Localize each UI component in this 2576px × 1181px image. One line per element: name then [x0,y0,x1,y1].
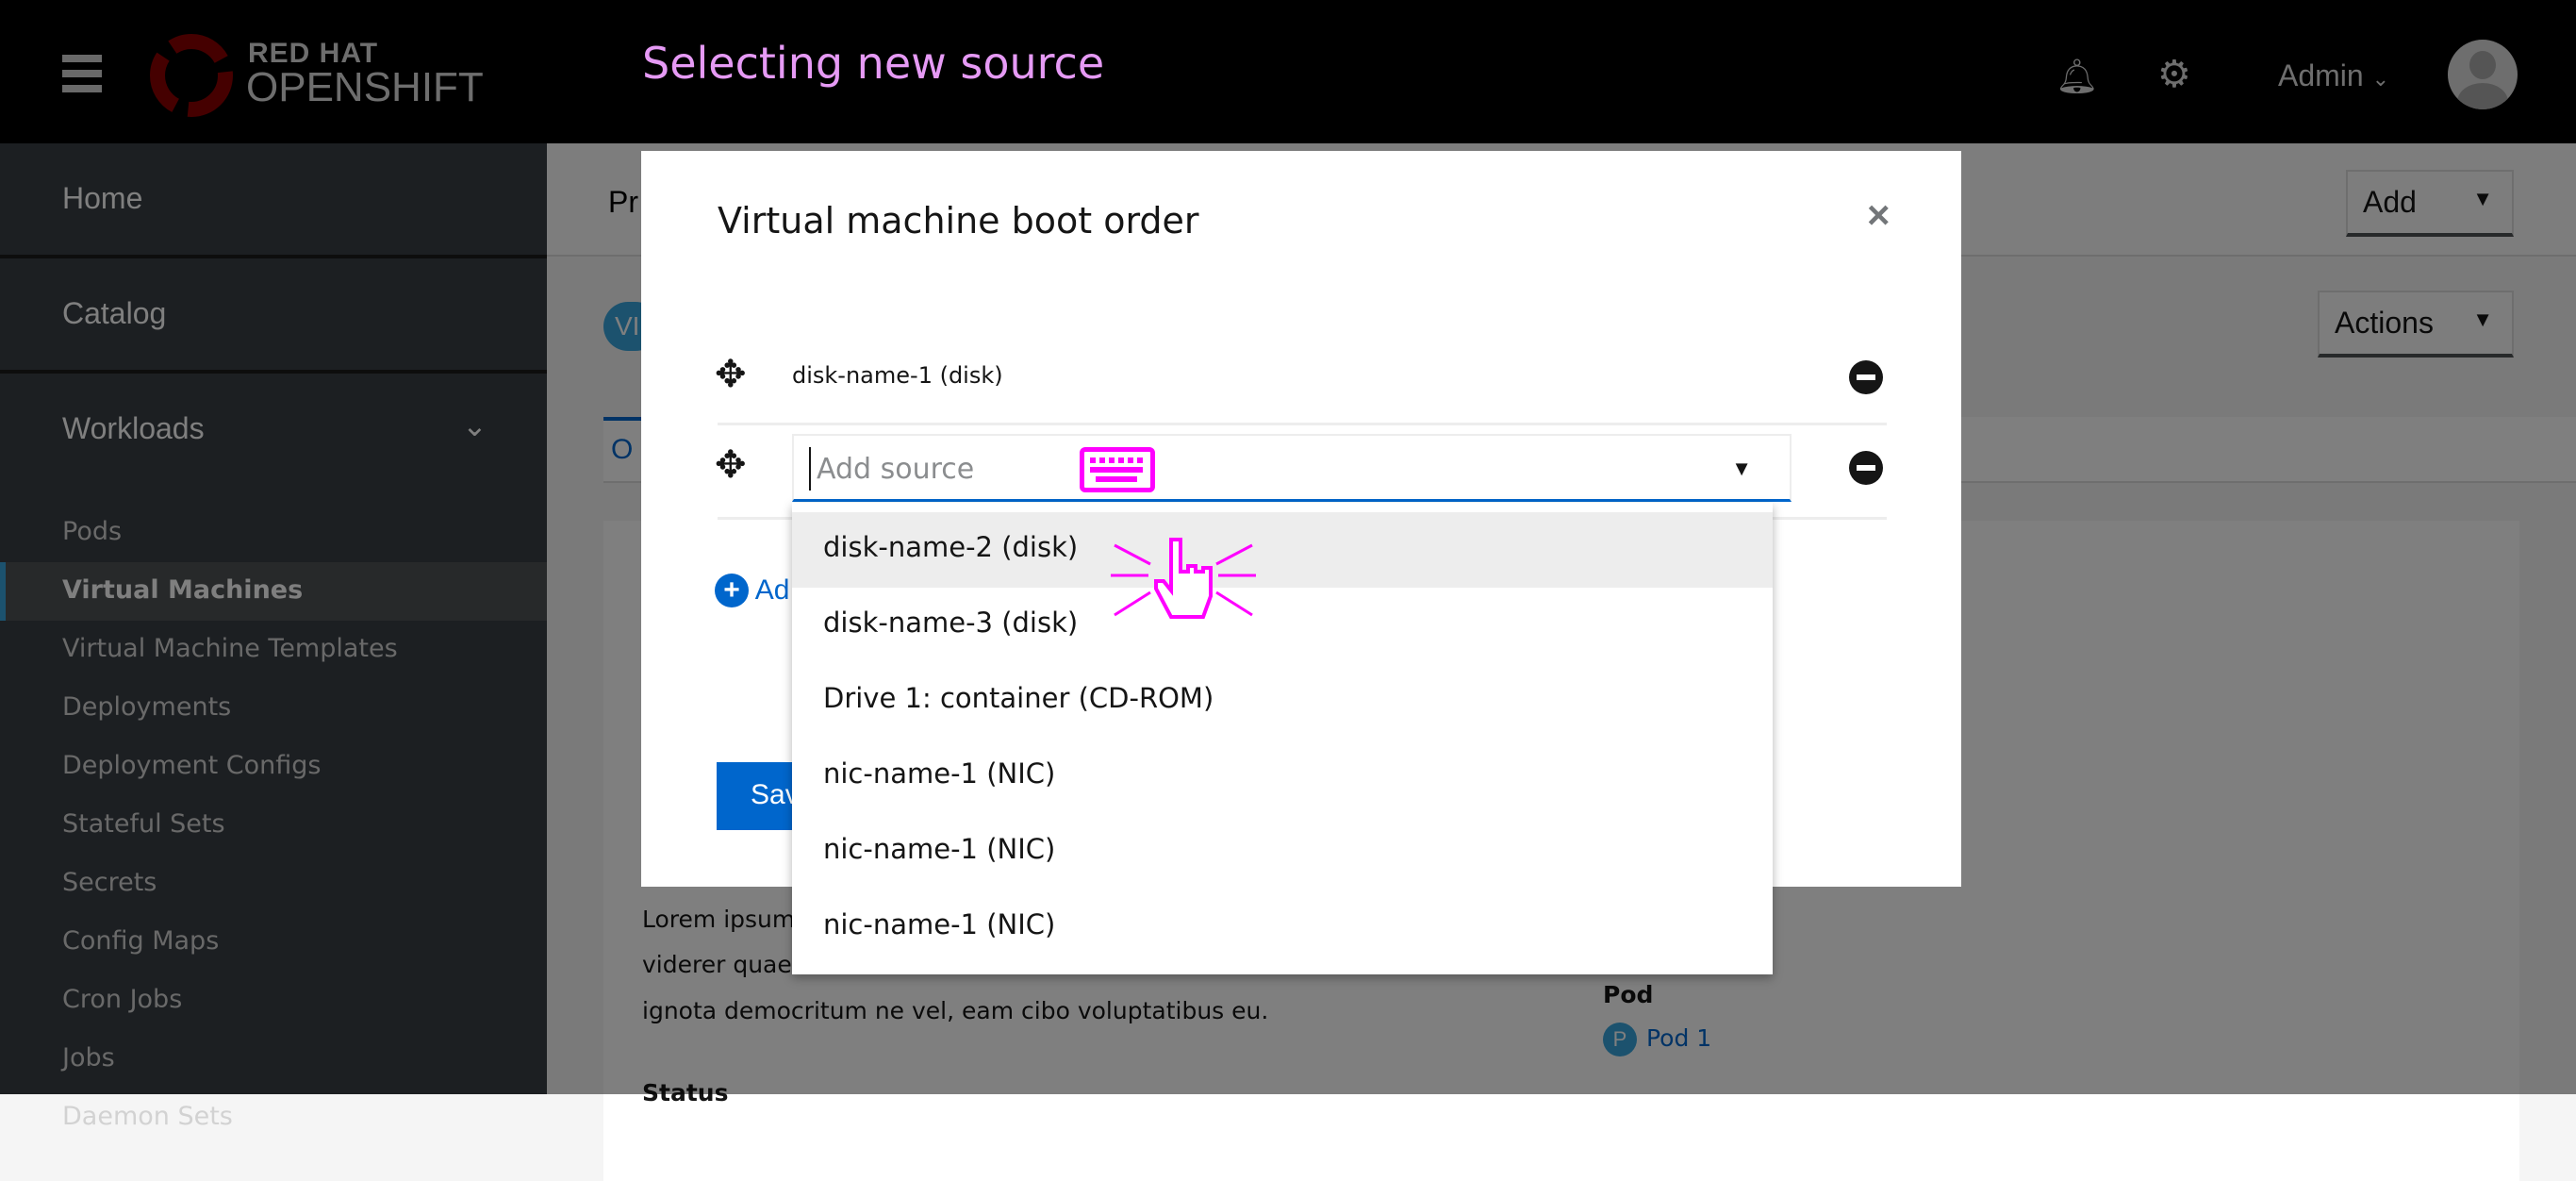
drag-handle-icon[interactable]: ✥ [715,443,747,487]
close-icon[interactable]: × [1867,192,1891,238]
caret-down-icon: ▼ [1731,457,1752,480]
select-placeholder: Add source [817,453,975,486]
plus-circle-icon: + [715,574,749,607]
add-source-select[interactable]: Add source ▼ [792,434,1792,502]
menu-item[interactable]: nic-name-1 (NIC) [792,814,1773,890]
annotation-title: Selecting new source [642,38,1105,89]
divider [718,423,1887,425]
modal-title: Virtual machine boot order [718,200,1199,241]
text-cursor [809,447,811,491]
boot-source-item: disk-name-1 (disk) [792,362,1003,389]
menu-item[interactable]: nic-name-1 (NIC) [792,739,1773,814]
sidebar-item-daemon-sets[interactable]: Daemon Sets [0,1089,547,1147]
click-cursor-icon [1111,538,1256,619]
add-source-link[interactable]: + Ad [715,574,789,607]
keyboard-icon [1080,447,1155,492]
remove-icon[interactable] [1849,451,1883,485]
menu-item[interactable]: disk-name-2 (disk) [792,512,1773,588]
add-label: Ad [754,574,790,606]
menu-item[interactable]: nic-name-1 (NIC) [792,890,1773,965]
remove-icon[interactable] [1849,360,1883,394]
drag-handle-icon[interactable]: ✥ [715,353,747,396]
menu-item[interactable]: disk-name-3 (disk) [792,588,1773,663]
menu-item[interactable]: Drive 1: container (CD-ROM) [792,663,1773,739]
source-dropdown-menu: disk-name-2 (disk) disk-name-3 (disk) Dr… [792,503,1773,974]
